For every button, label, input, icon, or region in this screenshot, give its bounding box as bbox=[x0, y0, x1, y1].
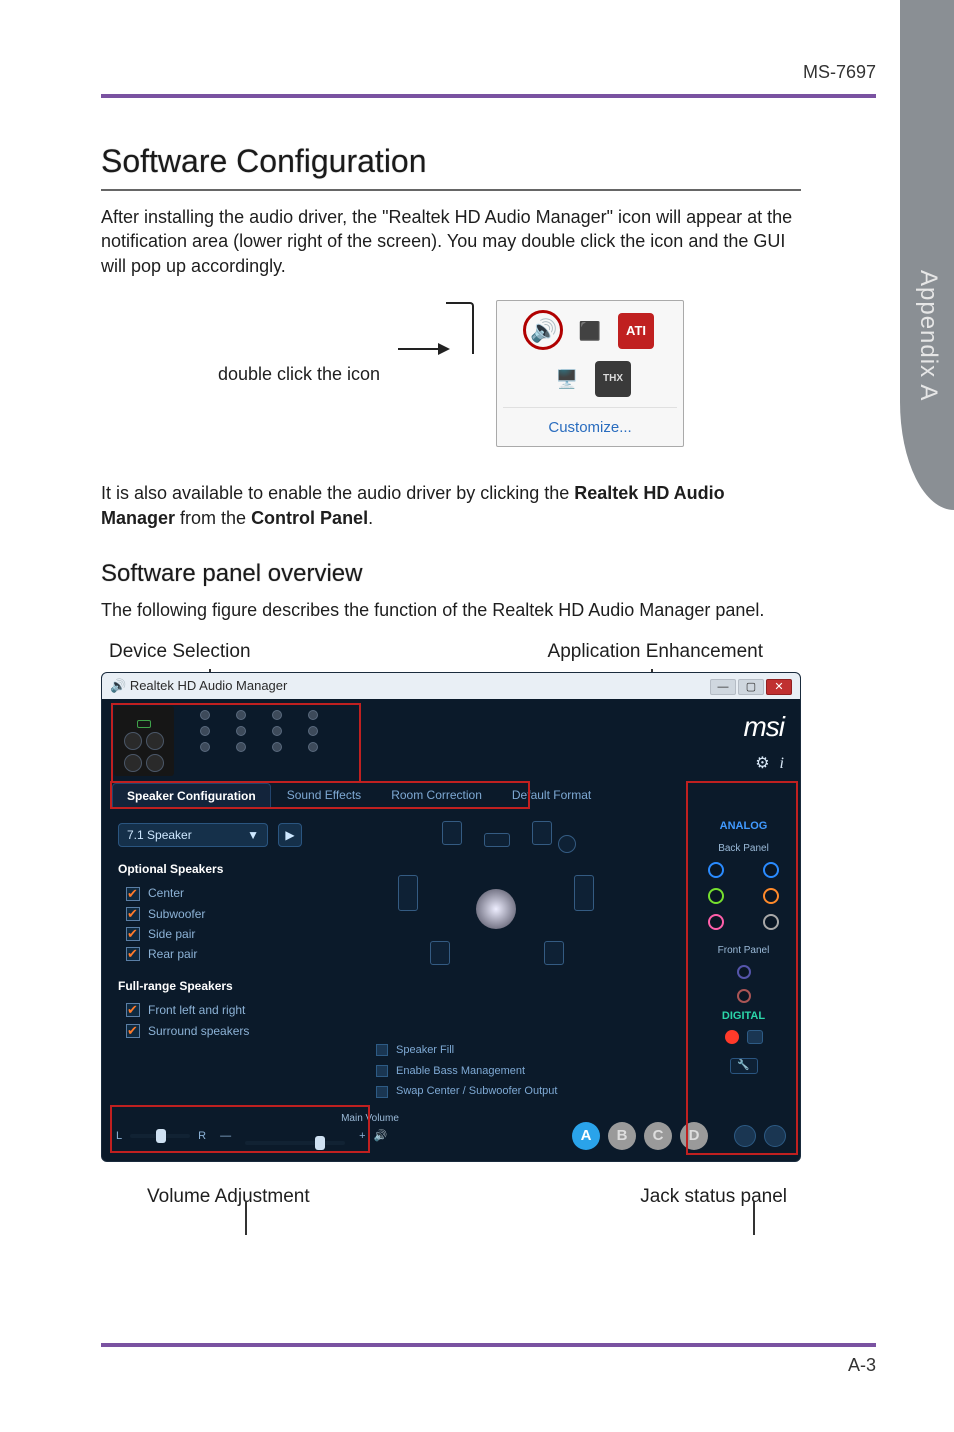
jack-mic[interactable] bbox=[708, 914, 724, 930]
thx-mode-d[interactable]: D bbox=[680, 1122, 708, 1150]
thx-tray-icon[interactable]: THX bbox=[595, 361, 631, 397]
speaker-mode-select[interactable]: 7.1 Speaker▼ bbox=[118, 823, 268, 847]
back-panel-label: Back Panel bbox=[695, 842, 792, 856]
main-volume-slider[interactable] bbox=[245, 1141, 345, 1145]
minimize-button[interactable]: — bbox=[710, 679, 736, 695]
jack-side[interactable] bbox=[763, 862, 779, 878]
header-rule bbox=[101, 94, 876, 98]
also-available-text: It is also available to enable the audio… bbox=[101, 481, 801, 530]
overview-title: Software panel overview bbox=[101, 558, 801, 590]
annotation-jack-status: Jack status panel bbox=[640, 1184, 787, 1210]
digital-coax-icon[interactable] bbox=[747, 1030, 763, 1044]
opt-center[interactable]: Center bbox=[118, 883, 346, 903]
annotation-device-selection: Device Selection bbox=[109, 639, 251, 665]
toggle-speaker-fill[interactable]: Speaker Fill bbox=[376, 1043, 557, 1058]
model-number: MS-7697 bbox=[803, 62, 876, 83]
maximize-button[interactable]: ▢ bbox=[738, 679, 764, 695]
ati-icon[interactable]: ATI bbox=[618, 313, 654, 349]
realtek-audio-manager-window: 🔊 Realtek HD Audio Manager —▢✕ bbox=[101, 672, 801, 1162]
jack-status-panel: ANALOG Back Panel Front Panel bbox=[686, 809, 800, 1109]
nvidia-icon[interactable]: ⬛ bbox=[572, 313, 608, 349]
appendix-side-tab: Appendix A bbox=[900, 0, 954, 1432]
fullrange-title: Full-range Speakers bbox=[118, 978, 346, 994]
info-icon[interactable]: i bbox=[780, 753, 784, 775]
close-button[interactable]: ✕ bbox=[766, 679, 792, 695]
opt-subwoofer[interactable]: Subwoofer bbox=[118, 904, 346, 924]
overview-desc: The following figure describes the funct… bbox=[101, 598, 801, 622]
system-tray: 🔊 ⬛ ATI 🖥️ THX Customize... bbox=[496, 300, 684, 447]
jack-center-sub[interactable] bbox=[763, 888, 779, 904]
leader-line bbox=[753, 1201, 755, 1235]
footer-rule bbox=[101, 1343, 876, 1347]
output-device-icon[interactable] bbox=[114, 706, 174, 776]
thx-mode-row: A B C D bbox=[572, 1122, 786, 1150]
volume-adjustment-area[interactable]: L R — Main Volume + 🔊 bbox=[116, 1128, 387, 1146]
toggle-swap-center-sub[interactable]: Swap Center / Subwoofer Output bbox=[376, 1084, 557, 1099]
annotation-app-enhancement: Application Enhancement bbox=[548, 639, 763, 665]
tab-default-format[interactable]: Default Format bbox=[498, 783, 605, 809]
thx-mode-b[interactable]: B bbox=[608, 1122, 636, 1150]
annotation-volume-adjustment: Volume Adjustment bbox=[147, 1184, 310, 1210]
double-click-label: double click the icon bbox=[218, 362, 380, 386]
toggle-bass-management[interactable]: Enable Bass Management bbox=[376, 1064, 557, 1079]
tab-speaker-configuration[interactable]: Speaker Configuration bbox=[112, 783, 271, 809]
opt-rear-pair[interactable]: Rear pair bbox=[118, 944, 346, 964]
thx-option-1[interactable] bbox=[734, 1125, 756, 1147]
opt-side-pair[interactable]: Side pair bbox=[118, 924, 346, 944]
monitor-icon[interactable]: 🖥️ bbox=[549, 361, 585, 397]
fullrange-surround[interactable]: Surround speakers bbox=[118, 1021, 346, 1041]
jack-line-in[interactable] bbox=[708, 862, 724, 878]
thx-option-2[interactable] bbox=[764, 1125, 786, 1147]
gear-icon[interactable]: ⚙ bbox=[755, 753, 769, 775]
rear-jack-art bbox=[186, 710, 318, 772]
balance-slider[interactable] bbox=[130, 1134, 190, 1138]
appendix-label: Appendix A bbox=[914, 270, 942, 401]
tray-customize-link[interactable]: Customize... bbox=[503, 412, 677, 442]
front-jack-1[interactable] bbox=[737, 965, 751, 979]
tab-room-correction[interactable]: Room Correction bbox=[377, 783, 496, 809]
device-selection-area[interactable]: msi ⚙ i bbox=[102, 699, 800, 783]
fullrange-front[interactable]: Front left and right bbox=[118, 1000, 346, 1020]
connector-settings-icon[interactable]: 🔧 bbox=[730, 1058, 758, 1074]
optional-speakers-title: Optional Speakers bbox=[118, 861, 346, 877]
front-panel-label: Front Panel bbox=[695, 944, 792, 958]
tab-sound-effects[interactable]: Sound Effects bbox=[273, 783, 376, 809]
jack-rear[interactable] bbox=[763, 914, 779, 930]
window-controls[interactable]: —▢✕ bbox=[708, 677, 792, 695]
digital-label: DIGITAL bbox=[695, 1009, 792, 1024]
section-title: Software Configuration bbox=[101, 140, 801, 191]
speaker-volume-icon[interactable]: 🔊 bbox=[374, 1129, 388, 1144]
thx-mode-c[interactable]: C bbox=[644, 1122, 672, 1150]
analog-label: ANALOG bbox=[695, 819, 792, 834]
realtek-audio-icon[interactable]: 🔊 bbox=[526, 313, 562, 349]
main-volume-label: Main Volume bbox=[341, 1112, 441, 1126]
digital-optical-icon[interactable] bbox=[725, 1030, 739, 1044]
leader-line bbox=[245, 1201, 247, 1235]
section-intro: After installing the audio driver, the "… bbox=[101, 205, 801, 278]
window-title: Realtek HD Audio Manager bbox=[130, 678, 288, 693]
front-jack-2[interactable] bbox=[737, 989, 751, 1003]
page-number: A-3 bbox=[101, 1355, 876, 1376]
speaker-test-play-button[interactable]: ▶ bbox=[278, 823, 302, 847]
window-titlebar: 🔊 Realtek HD Audio Manager —▢✕ bbox=[102, 673, 800, 699]
thx-mode-a[interactable]: A bbox=[572, 1122, 600, 1150]
chevron-down-icon: ▼ bbox=[247, 827, 259, 843]
jack-front-out[interactable] bbox=[708, 888, 724, 904]
msi-logo: msi bbox=[743, 708, 784, 746]
speaker-layout-diagram bbox=[372, 815, 676, 1049]
